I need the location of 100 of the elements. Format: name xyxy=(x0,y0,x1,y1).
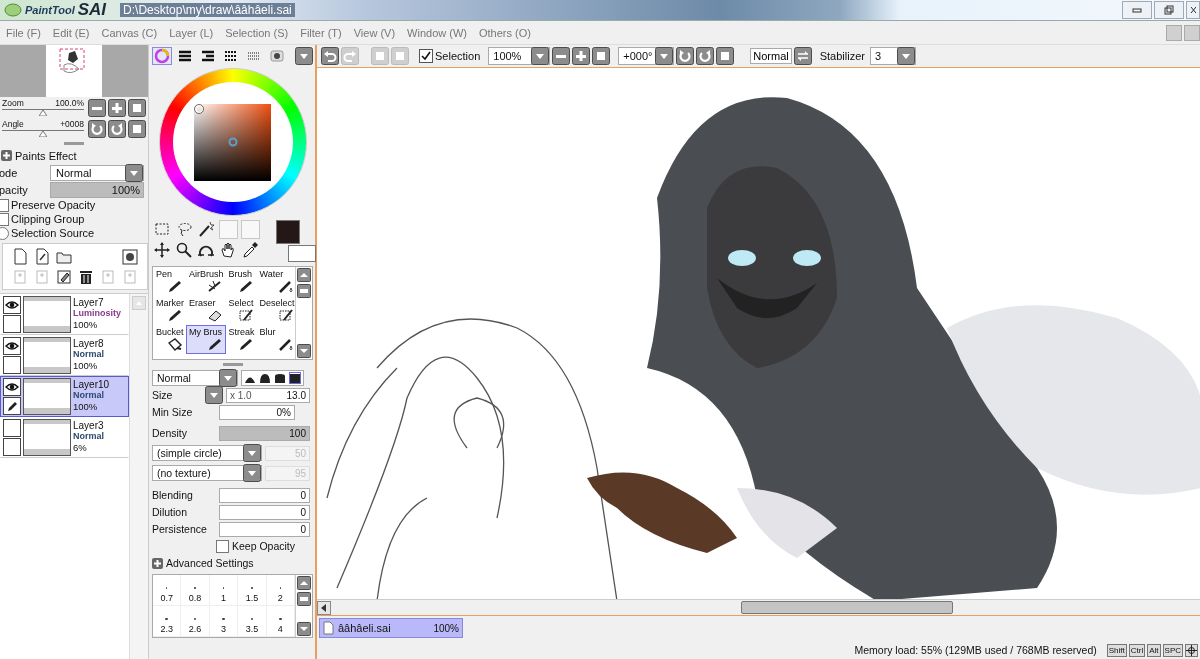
brush-size-preset[interactable]: 3.5 xyxy=(238,605,267,637)
brush-blend-dropdown[interactable]: Normal xyxy=(152,370,238,386)
view-mode-button[interactable]: Normal xyxy=(750,48,792,64)
slider-thumb[interactable] xyxy=(39,110,47,116)
radio-button[interactable] xyxy=(0,226,9,240)
brush-tool[interactable]: Bucket xyxy=(153,325,186,354)
eyedropper-icon[interactable] xyxy=(241,241,259,259)
opacity-slider[interactable]: 100% xyxy=(50,181,144,198)
trash-icon[interactable] xyxy=(78,268,94,285)
brush-shape-dropdown[interactable]: (simple circle) xyxy=(152,445,262,461)
angle-dropdown[interactable]: +000° xyxy=(618,47,675,65)
clear-layer-icon[interactable] xyxy=(56,268,72,285)
zoom-out-button[interactable] xyxy=(552,47,571,65)
brush-tool[interactable]: AirBrush xyxy=(186,267,226,296)
minimize-button[interactable] xyxy=(1122,1,1152,19)
brush-edge-shape-icon[interactable] xyxy=(289,372,301,384)
menu-item[interactable]: Window (W) xyxy=(405,26,477,39)
menu-item[interactable]: Edit (E) xyxy=(50,26,100,39)
checkbox[interactable] xyxy=(419,49,433,63)
brush-tool[interactable]: Select xyxy=(225,296,257,325)
undo-button[interactable] xyxy=(321,47,339,65)
brush-tool[interactable]: Eraser xyxy=(186,296,226,325)
brush-size-preset[interactable]: 2 xyxy=(266,575,295,606)
zoom-reset-button[interactable] xyxy=(592,47,611,65)
layer-row[interactable]: Layer8 Normal 100% xyxy=(0,335,129,376)
layer-row[interactable]: Layer10 Normal 100% xyxy=(0,376,129,417)
navigator-thumbnail[interactable] xyxy=(46,45,102,97)
layer-row[interactable]: Layer3 Normal 6% xyxy=(0,417,129,458)
zoom-reset-button[interactable] xyxy=(128,98,146,117)
menu-item[interactable]: File (F) xyxy=(4,26,51,39)
close-button[interactable] xyxy=(1186,1,1200,19)
checkbox[interactable] xyxy=(0,198,9,212)
menu-item[interactable]: Layer (L) xyxy=(167,26,224,39)
zoom-in-button[interactable] xyxy=(108,98,126,117)
brush-tool[interactable]: Blur xyxy=(256,325,295,354)
visibility-toggle[interactable] xyxy=(3,296,21,314)
layer-row[interactable]: Layer7 Luminosity 100% xyxy=(0,294,129,335)
brush-size-preset[interactable]: 0.7 xyxy=(153,575,182,606)
expand-plus-icon[interactable] xyxy=(1,150,12,161)
panel-menu-button[interactable] xyxy=(295,47,313,65)
brush-tool[interactable]: Water xyxy=(256,267,295,296)
brush-tool[interactable]: Pen xyxy=(153,267,186,296)
scroll-thumb-icon[interactable] xyxy=(297,592,311,606)
brush-size-preset[interactable]: 4 xyxy=(266,605,295,637)
hand-icon[interactable] xyxy=(219,241,237,259)
rotate-right-button[interactable] xyxy=(108,119,126,138)
brush-size-preset[interactable]: 2.6 xyxy=(181,605,210,637)
new-layer-icon[interactable] xyxy=(12,248,28,265)
move-icon[interactable] xyxy=(153,241,171,259)
brush-size-preset[interactable]: 3 xyxy=(209,605,239,637)
stabilizer-dropdown[interactable]: 3 xyxy=(869,47,916,65)
magic-wand-icon[interactable] xyxy=(197,220,215,238)
rotate-right-button[interactable] xyxy=(696,47,715,65)
menu-item[interactable]: Selection (S) xyxy=(223,26,299,39)
flip-canvas-button[interactable] xyxy=(793,47,812,65)
secondary-color-swatch[interactable] xyxy=(288,245,316,262)
visibility-toggle[interactable] xyxy=(3,337,21,355)
brush-tool[interactable]: Deselect xyxy=(256,296,295,325)
menu-item[interactable]: View (V) xyxy=(351,26,406,39)
edit-toggle[interactable] xyxy=(3,438,21,456)
setting-slider[interactable]: 0 xyxy=(219,504,310,520)
size-multiplier-button[interactable] xyxy=(205,386,223,404)
scroll-left-icon[interactable] xyxy=(317,600,331,615)
zoom-out-button[interactable] xyxy=(88,98,106,117)
brush-tool[interactable]: Brush xyxy=(225,267,257,296)
panel-grip[interactable] xyxy=(64,141,84,145)
min-size-field[interactable]: 0% xyxy=(219,404,295,420)
new-linework-layer-icon[interactable] xyxy=(34,248,50,265)
lasso-icon[interactable] xyxy=(175,220,193,238)
visibility-toggle[interactable] xyxy=(3,378,21,396)
scroll-up-icon[interactable] xyxy=(297,576,311,590)
scroll-down-icon[interactable] xyxy=(297,344,311,358)
brush-tool[interactable]: Marker xyxy=(153,296,186,325)
slider-thumb[interactable] xyxy=(39,131,47,137)
primary-color-swatch[interactable] xyxy=(276,220,300,244)
rotate-left-button[interactable] xyxy=(676,47,695,65)
brush-edge-shape-icon[interactable] xyxy=(274,372,286,384)
brush-tool[interactable]: My Brus xyxy=(186,325,226,354)
menu-item[interactable]: Canvas (C) xyxy=(99,26,168,39)
layer-mask-icon[interactable] xyxy=(122,248,138,265)
checkbox[interactable] xyxy=(0,212,9,226)
brush-texture-dropdown[interactable]: (no texture) xyxy=(152,465,262,481)
slider-track[interactable] xyxy=(2,109,84,117)
brush-edge-shape-icon[interactable] xyxy=(259,372,271,384)
brush-size-preset[interactable]: 0.8 xyxy=(181,575,210,606)
expand-plus-icon[interactable] xyxy=(152,557,163,569)
rotate-left-button[interactable] xyxy=(88,119,106,138)
edit-toggle[interactable] xyxy=(3,356,21,374)
menu-item[interactable]: Others (O) xyxy=(476,26,541,39)
slider-track[interactable] xyxy=(2,130,84,138)
scroll-up-icon[interactable] xyxy=(297,268,311,282)
panel-grip[interactable] xyxy=(222,363,243,366)
brush-tool[interactable]: Streak xyxy=(225,325,257,354)
edit-toggle[interactable] xyxy=(3,397,21,415)
setting-slider[interactable]: 0 xyxy=(219,521,310,537)
menu-item[interactable]: Filter (T) xyxy=(298,26,352,39)
visibility-toggle-off[interactable] xyxy=(3,419,21,437)
zoom-in-button[interactable] xyxy=(572,47,591,65)
brush-size-preset[interactable]: 1 xyxy=(209,575,239,606)
zoom-dropdown[interactable]: 100% xyxy=(488,47,551,65)
